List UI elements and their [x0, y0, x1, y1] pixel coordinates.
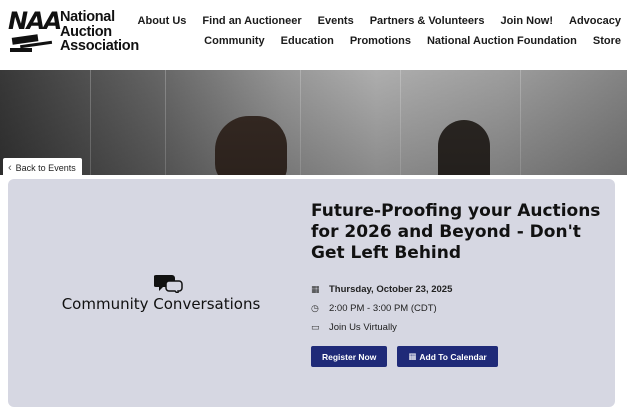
site-header: NAA National Auction Association About U… [0, 0, 627, 70]
event-actions: Register Now ▦ Add To Calendar [311, 346, 611, 367]
nav-events[interactable]: Events [318, 15, 354, 27]
nav-join-now[interactable]: Join Now! [500, 15, 553, 27]
event-details: Future-Proofing your Auctions for 2026 a… [311, 201, 611, 367]
calendar-add-icon: ▦ [408, 351, 417, 361]
add-to-calendar-label: Add To Calendar [419, 351, 487, 362]
event-card: Community Conversations Future-Proofing … [8, 179, 615, 407]
back-to-events-link[interactable]: ‹ Back to Events [3, 158, 82, 178]
logo-line-3: Association [60, 38, 139, 54]
nav-about-us[interactable]: About Us [138, 15, 187, 27]
nav-partners-volunteers[interactable]: Partners & Volunteers [370, 15, 485, 27]
logo-mark: NAA [8, 7, 62, 56]
clock-icon: ◷ [311, 303, 319, 313]
gavel-icon [10, 34, 53, 52]
event-category-panel: Community Conversations [16, 179, 306, 407]
nav-find-auctioneer[interactable]: Find an Auctioneer [202, 15, 301, 27]
main-nav-row-2: Community Education Promotions National … [188, 35, 621, 47]
nav-community[interactable]: Community [204, 35, 265, 47]
nav-store[interactable]: Store [593, 35, 621, 47]
event-date: Thursday, October 23, 2025 [329, 284, 453, 295]
naa-logo[interactable]: NAA National Auction Association [8, 7, 139, 56]
back-to-events-label: Back to Events [15, 163, 76, 173]
nav-education[interactable]: Education [281, 35, 334, 47]
event-time: 2:00 PM - 3:00 PM (CDT) [329, 303, 437, 314]
nav-promotions[interactable]: Promotions [350, 35, 411, 47]
hero-shade [0, 70, 627, 178]
event-category: Community Conversations [61, 295, 261, 313]
main-nav-row-1: About Us Find an Auctioneer Events Partn… [122, 15, 621, 27]
register-now-button[interactable]: Register Now [311, 346, 388, 367]
event-location-row: ▭ Join Us Virtually [311, 318, 611, 337]
event-location: Join Us Virtually [329, 322, 397, 333]
add-to-calendar-button[interactable]: ▦ Add To Calendar [397, 346, 498, 367]
register-now-label: Register Now [322, 351, 377, 362]
event-section: Community Conversations Future-Proofing … [0, 175, 627, 418]
event-title: Future-Proofing your Auctions for 2026 a… [311, 201, 601, 263]
hero-image [0, 70, 627, 178]
nav-national-auction-foundation[interactable]: National Auction Foundation [427, 35, 577, 47]
calendar-icon: ▦ [311, 284, 320, 294]
event-time-row: ◷ 2:00 PM - 3:00 PM (CDT) [311, 299, 611, 318]
chat-bubbles-icon [154, 275, 183, 293]
logo-mark-text: NAA [8, 7, 62, 35]
nav-advocacy[interactable]: Advocacy [569, 15, 621, 27]
event-meta: ▦ Thursday, October 23, 2025 ◷ 2:00 PM -… [311, 280, 611, 337]
chevron-left-icon: ‹ [8, 162, 12, 174]
laptop-icon: ▭ [311, 322, 320, 332]
event-date-row: ▦ Thursday, October 23, 2025 [311, 280, 611, 299]
